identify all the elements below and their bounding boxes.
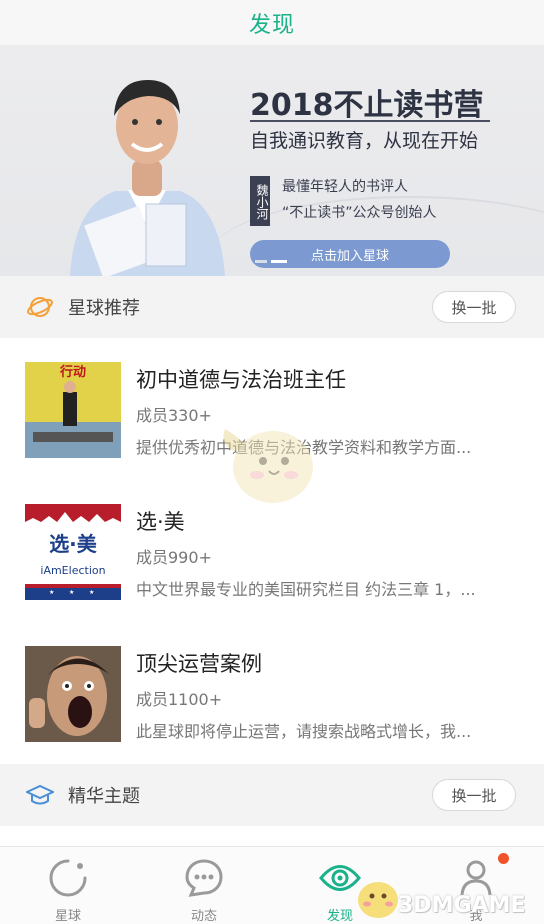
planet-thumbnail [25,646,121,742]
planet-name: 选·美 [136,510,185,534]
carousel-indicator[interactable] [255,260,287,263]
graduation-cap-icon [26,784,54,805]
banner-description-line2: “不止读书”公众号创始人 [282,205,437,221]
featured-section-header: 精华主题 换一批 [0,764,544,826]
svg-text:★: ★ [89,589,94,596]
tab-dynamics[interactable]: 动态 [136,847,272,924]
list-item[interactable]: 顶尖运营案例 成员1100+ 此星球即将停止运营，请搜索战略式增长，我... [0,622,544,764]
banner-subtitle: 自我通识教育，从现在开始 [250,130,479,152]
banner-description-line1: 最懂年轻人的书评人 [282,179,408,195]
planet-name: 顶尖运营案例 [136,652,262,676]
promo-banner[interactable]: 2018不止读书营 自我通识教育，从现在开始 魏小河 最懂年轻人的书评人 “不止… [0,46,544,276]
thumbnail-sublabel: iAmElection [40,564,105,577]
notification-badge [498,853,509,864]
recommend-section-header: 星球推荐 换一批 [0,276,544,338]
carousel-dot[interactable] [255,260,267,263]
page-title: 发现 [248,12,295,38]
svg-text:★: ★ [49,589,54,596]
banner-title-underline [250,120,490,122]
planet-member-count: 成员990+ [136,548,212,567]
person-photo [70,80,225,276]
join-planet-button[interactable]: 点击加入星球 [250,240,450,268]
top-header: 发现 [0,0,544,46]
thumbnail-label: 行动 [59,364,86,380]
recommend-title: 星球推荐 [68,298,140,319]
planet-name: 初中道德与法治班主任 [136,368,346,392]
watermark-text: 3DMGAME [398,893,526,918]
mascot-watermark-icon [223,429,313,503]
recommend-refresh-button[interactable]: 换一批 [432,291,516,323]
watermark-mascot-icon [358,882,398,918]
thumbnail-label: 选·美 [49,532,98,556]
featured-title: 精华主题 [68,786,140,807]
tab-label: 星球 [54,909,81,924]
tab-label: 动态 [190,909,217,924]
tab-planet[interactable]: 星球 [0,847,136,924]
featured-refresh-button[interactable]: 换一批 [432,779,516,811]
chat-icon [185,859,223,897]
planet-description: 提供优秀初中道德与法治教学资料和教学方面... [136,434,521,458]
planet-description: 此星球即将停止运营，请搜索战略式增长，我... [136,722,472,741]
planet-icon [49,859,87,897]
svg-text:★: ★ [69,589,74,596]
planet-ring-icon [27,297,53,317]
planet-thumbnail: 行动 [25,362,121,458]
planet-member-count: 成员1100+ [136,690,223,709]
author-vertical-tag: 魏小河 [250,176,270,226]
banner-title: 2018不止读书营 [250,88,484,123]
planet-thumbnail: ★ ★ ★ 选·美 iAmElection [25,504,121,600]
carousel-dot-active[interactable] [271,260,287,263]
planet-member-count: 成员330+ [136,406,212,425]
planet-description: 中文世界最专业的美国研究栏目 约法三章 1，... [136,580,476,599]
